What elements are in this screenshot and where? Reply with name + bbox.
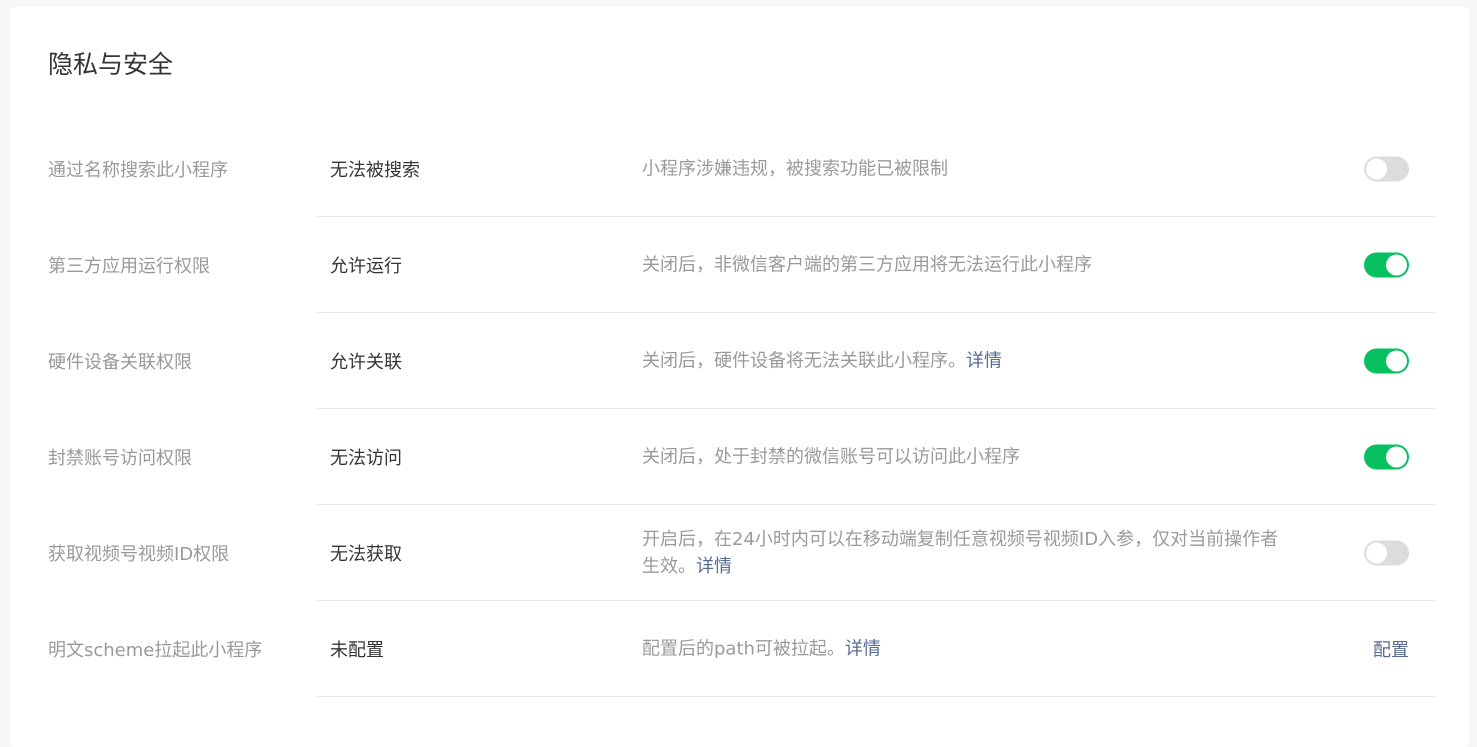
setting-row: 第三方应用运行权限 允许运行 关闭后，非微信客户端的第三方应用将无法运行此小程序 — [10, 217, 1469, 313]
setting-toggle[interactable] — [1364, 348, 1409, 374]
setting-description: 配置后的path可被拉起。详情 — [642, 636, 1282, 663]
setting-toggle[interactable] — [1364, 444, 1409, 470]
toggle-knob — [1366, 542, 1387, 564]
setting-status: 允许关联 — [330, 352, 402, 373]
setting-description-text: 关闭后，非微信客户端的第三方应用将无法运行此小程序 — [642, 254, 1092, 276]
details-link[interactable]: 详情 — [966, 351, 1002, 372]
setting-label: 硬件设备关联权限 — [48, 352, 192, 373]
setting-description-text: 配置后的path可被拉起。 — [642, 638, 845, 660]
row-divider — [317, 696, 1435, 697]
setting-row: 获取视频号视频ID权限 无法获取 开启后，在24小时内可以在移动端复制任意视频号视频… — [10, 505, 1469, 601]
setting-toggle[interactable] — [1364, 252, 1409, 278]
setting-row: 硬件设备关联权限 允许关联 关闭后，硬件设备将无法关联此小程序。详情 — [10, 313, 1469, 409]
setting-label: 封禁账号访问权限 — [48, 448, 192, 469]
toggle-knob — [1386, 254, 1407, 276]
setting-status: 允许运行 — [330, 256, 402, 277]
setting-status: 无法访问 — [330, 448, 402, 469]
setting-toggle[interactable] — [1364, 156, 1409, 182]
setting-label: 通过名称搜索此小程序 — [48, 160, 228, 181]
setting-label: 第三方应用运行权限 — [48, 256, 210, 277]
setting-description: 关闭后，硬件设备将无法关联此小程序。详情 — [642, 348, 1282, 375]
details-link[interactable]: 详情 — [696, 556, 732, 577]
setting-description: 关闭后，处于封禁的微信账号可以访问此小程序 — [642, 444, 1282, 471]
setting-row: 明文scheme拉起此小程序 未配置 配置后的path可被拉起。详情 配置 — [10, 601, 1469, 697]
privacy-security-card: 隐私与安全 通过名称搜索此小程序 无法被搜索 小程序涉嫌违规，被搜索功能已被限制第三… — [10, 7, 1469, 747]
setting-label: 获取视频号视频ID权限 — [48, 544, 230, 565]
details-link[interactable]: 详情 — [845, 639, 881, 660]
configure-link[interactable]: 配置 — [1373, 636, 1409, 662]
page-title: 隐私与安全 — [48, 50, 174, 79]
setting-label: 明文scheme拉起此小程序 — [48, 640, 263, 661]
settings-list: 通过名称搜索此小程序 无法被搜索 小程序涉嫌违规，被搜索功能已被限制第三方应用运行权… — [10, 121, 1469, 697]
setting-description-text: 开启后，在24小时内可以在移动端复制任意视频号视频ID入参，仅对当前操作者生效。 — [642, 529, 1279, 577]
setting-description-text: 关闭后，处于封禁的微信账号可以访问此小程序 — [642, 446, 1020, 468]
setting-description: 开启后，在24小时内可以在移动端复制任意视频号视频ID入参，仅对当前操作者生效。… — [642, 526, 1282, 580]
toggle-knob — [1386, 446, 1407, 468]
setting-status: 无法获取 — [330, 544, 402, 565]
setting-row: 封禁账号访问权限 无法访问 关闭后，处于封禁的微信账号可以访问此小程序 — [10, 409, 1469, 505]
setting-status: 未配置 — [330, 640, 384, 661]
toggle-knob — [1366, 158, 1387, 180]
setting-status: 无法被搜索 — [330, 160, 420, 181]
setting-toggle[interactable] — [1364, 540, 1409, 566]
setting-description-text: 小程序涉嫌违规，被搜索功能已被限制 — [642, 158, 948, 180]
setting-row: 通过名称搜索此小程序 无法被搜索 小程序涉嫌违规，被搜索功能已被限制 — [10, 121, 1469, 217]
setting-description: 小程序涉嫌违规，被搜索功能已被限制 — [642, 156, 1282, 183]
setting-description: 关闭后，非微信客户端的第三方应用将无法运行此小程序 — [642, 252, 1282, 279]
setting-description-text: 关闭后，硬件设备将无法关联此小程序。 — [642, 350, 966, 372]
toggle-knob — [1386, 350, 1407, 372]
